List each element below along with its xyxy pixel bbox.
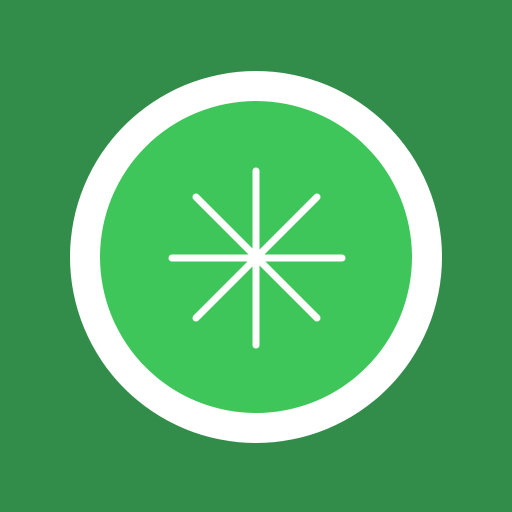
outer-ring [70,71,442,443]
app-icon [0,0,512,512]
green-disc [100,101,412,413]
asterisk-icon [168,167,346,349]
